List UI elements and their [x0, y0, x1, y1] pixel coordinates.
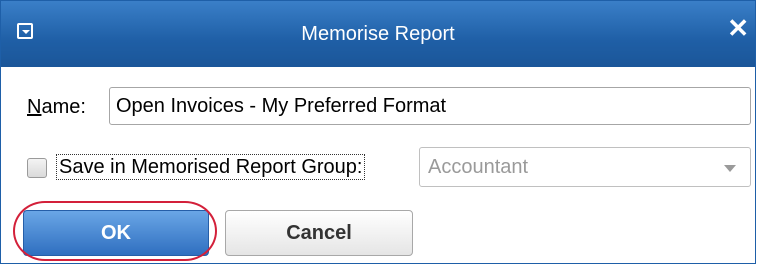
- name-label-text: ame:: [41, 96, 86, 118]
- report-group-select[interactable]: Accountant: [419, 147, 751, 187]
- chevron-down-icon[interactable]: [724, 165, 736, 172]
- report-group-value: Accountant: [428, 156, 529, 178]
- close-icon[interactable]: ✕: [727, 15, 749, 41]
- dialog-title: Memorise Report: [301, 23, 455, 45]
- cancel-button[interactable]: Cancel: [225, 210, 413, 256]
- name-label: Name:: [27, 96, 86, 119]
- name-label-accelerator: N: [27, 96, 42, 118]
- save-in-group-checkbox[interactable]: [27, 158, 47, 178]
- name-input[interactable]: [109, 87, 751, 125]
- save-in-group-label[interactable]: Save in Memorised Report Group:: [56, 154, 366, 180]
- memorise-report-dialog: Memorise Report ✕ Name: Save in Memorise…: [0, 0, 756, 264]
- ok-button[interactable]: OK: [23, 210, 209, 256]
- title-bar[interactable]: Memorise Report ✕: [1, 1, 755, 67]
